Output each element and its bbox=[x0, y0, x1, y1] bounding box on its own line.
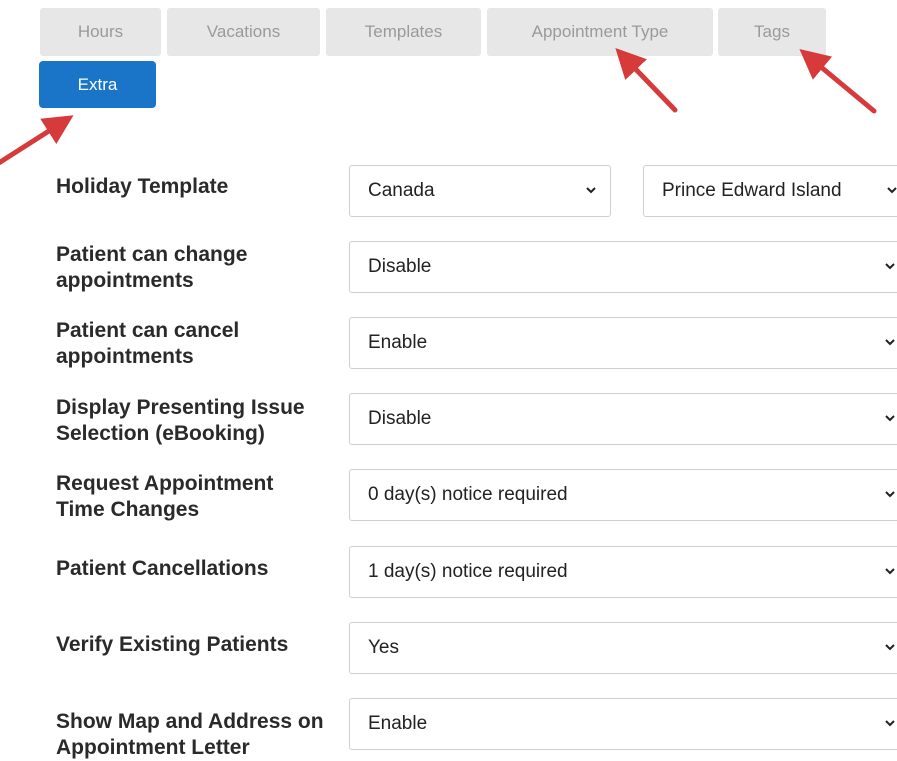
presenting-issue-select[interactable]: Disable bbox=[349, 393, 897, 445]
request-time-changes-select[interactable]: 0 day(s) notice required bbox=[349, 469, 897, 521]
holiday-country-value: Canada bbox=[368, 180, 435, 201]
chevron-down-icon bbox=[586, 187, 596, 194]
patient-cancellations-label: Patient Cancellations bbox=[56, 557, 269, 580]
presenting-issue-label: Display Presenting Issue Selection (eBoo… bbox=[56, 396, 305, 445]
red-arrow-icon bbox=[0, 115, 74, 166]
chevron-down-icon bbox=[885, 339, 895, 346]
chevron-down-icon bbox=[885, 263, 895, 270]
chevron-down-icon bbox=[885, 568, 895, 575]
red-arrow-icon bbox=[799, 49, 877, 114]
red-arrow-icon bbox=[615, 47, 678, 113]
chevron-down-icon bbox=[885, 415, 895, 422]
tab-appointment-type[interactable]: Appointment Type bbox=[487, 8, 713, 56]
tab-vacations[interactable]: Vacations bbox=[167, 8, 320, 56]
holiday-province-value: Prince Edward Island bbox=[662, 180, 842, 201]
chevron-down-icon bbox=[885, 644, 895, 651]
chevron-down-icon bbox=[885, 491, 895, 498]
chevron-down-icon bbox=[887, 187, 897, 194]
tab-tags[interactable]: Tags bbox=[718, 8, 826, 56]
patient-change-value: Disable bbox=[368, 256, 432, 277]
patient-cancel-select[interactable]: Enable bbox=[349, 317, 897, 369]
show-map-select[interactable]: Enable bbox=[349, 698, 897, 750]
tab-extra[interactable]: Extra bbox=[39, 61, 156, 108]
request-time-changes-label: Request Appointment Time Changes bbox=[56, 472, 274, 521]
show-map-value: Enable bbox=[368, 713, 428, 734]
presenting-issue-value: Disable bbox=[368, 408, 432, 429]
patient-change-label: Patient can change appointments bbox=[56, 243, 248, 292]
chevron-down-icon bbox=[885, 720, 895, 727]
verify-patients-value: Yes bbox=[368, 637, 399, 658]
verify-patients-label: Verify Existing Patients bbox=[56, 633, 289, 656]
patient-cancellations-value: 1 day(s) notice required bbox=[368, 561, 568, 582]
holiday-country-select[interactable]: Canada bbox=[349, 165, 611, 217]
verify-patients-select[interactable]: Yes bbox=[349, 622, 897, 674]
request-time-changes-value: 0 day(s) notice required bbox=[368, 484, 568, 505]
holiday-province-select[interactable]: Prince Edward Island bbox=[643, 165, 897, 217]
holiday-template-label: Holiday Template bbox=[56, 175, 229, 198]
tab-templates[interactable]: Templates bbox=[326, 8, 481, 56]
patient-cancel-label: Patient can cancel appointments bbox=[56, 319, 240, 368]
patient-cancel-value: Enable bbox=[368, 332, 428, 353]
tab-hours[interactable]: Hours bbox=[40, 8, 161, 56]
patient-cancellations-select[interactable]: 1 day(s) notice required bbox=[349, 546, 897, 598]
show-map-label: Show Map and Address on Appointment Lett… bbox=[56, 710, 324, 759]
patient-change-select[interactable]: Disable bbox=[349, 241, 897, 293]
